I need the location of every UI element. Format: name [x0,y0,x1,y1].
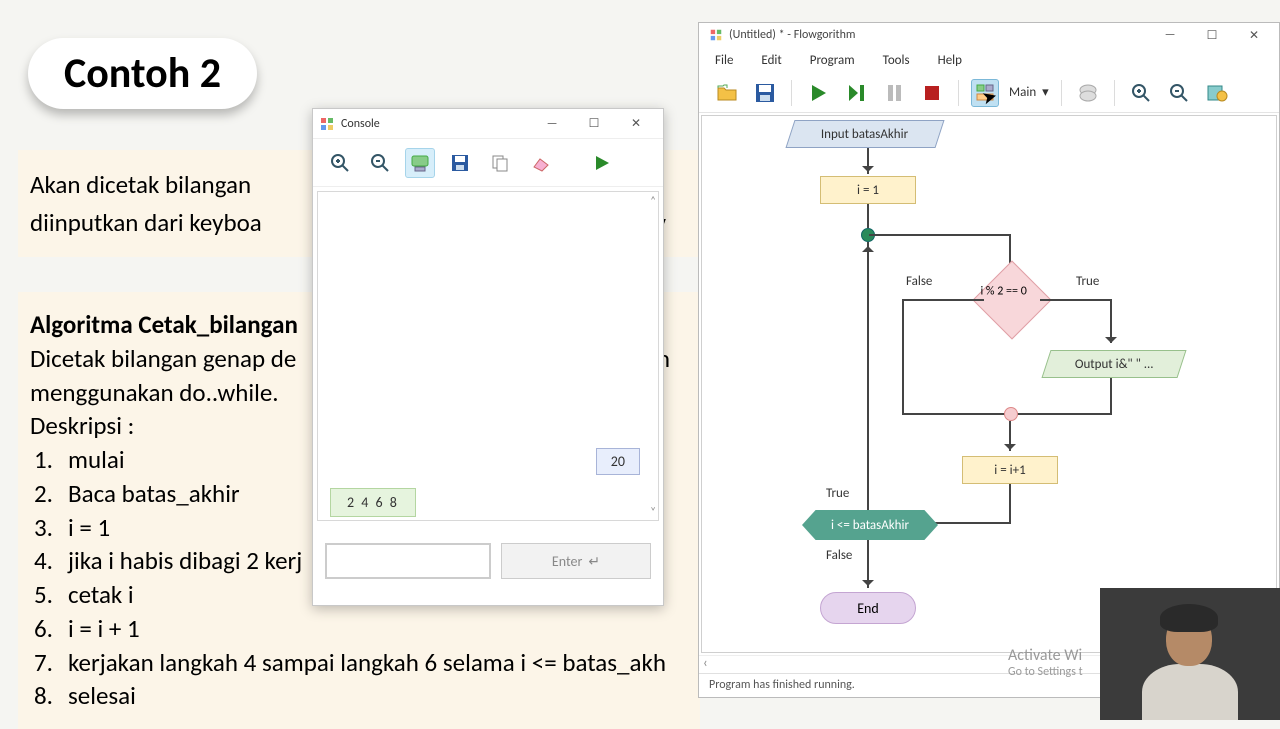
chevron-down-icon: ▾ [1042,85,1049,100]
flowgorithm-titlebar[interactable]: (Untitled) * - Flowgorithm — ☐ ✕ [699,23,1279,47]
console-title: Console [341,117,380,131]
step: kerjakan langkah 4 sampai langkah 6 sela… [68,646,666,680]
step: i = 1 [68,511,110,545]
minimize-button[interactable]: — [531,110,573,138]
erase-icon[interactable] [525,148,555,178]
zoom-out-icon[interactable] [365,148,395,178]
console-titlebar[interactable]: Console — ☐ ✕ [313,109,663,139]
console-input-bubble: 20 [596,448,640,475]
step: i = i + 1 [68,612,140,646]
scroll-up-icon[interactable]: ˄ [650,194,656,207]
slide-title: Contoh 2 [28,38,257,109]
stop-icon[interactable] [918,79,946,107]
fc-input[interactable]: Input batasAkhir [785,120,944,148]
app-icon [709,28,723,42]
status-text: Program has finished running. [709,678,855,692]
fc-increment[interactable]: i = i+1 [962,456,1058,484]
fc-init[interactable]: i = 1 [820,176,916,204]
play-icon[interactable] [804,79,832,107]
console-toolbar [313,139,663,187]
console-output-bubble: 2 4 6 8 [330,488,416,517]
windows-watermark: Activate Wi Go to Settings t [1008,646,1083,680]
text: Deskripsi : [30,410,134,441]
console-output-area[interactable]: ˄ ˅ 20 2 4 6 8 [317,191,659,521]
enter-label: Enter [552,553,582,570]
run-icon[interactable] [587,148,617,178]
window-title: (Untitled) * - Flowgorithm [729,28,855,42]
close-button[interactable]: ✕ [615,110,657,138]
toolbar: Main ▾ [699,73,1279,113]
pause-icon[interactable] [880,79,908,107]
menu-file[interactable]: File [715,53,733,68]
menu-bar: File Edit Program Tools Help [699,47,1279,73]
algo-heading: Algoritma Cetak_bilangan [30,309,298,340]
zoom-in-icon[interactable] [1127,79,1155,107]
zoom-out-icon[interactable] [1165,79,1193,107]
label-loop-true: True [826,486,849,501]
fc-output[interactable]: Output i&" " ... [1041,350,1186,378]
variables-icon[interactable] [405,148,435,178]
layout-icon[interactable] [971,79,999,107]
menu-edit[interactable]: Edit [761,53,781,68]
menu-tools[interactable]: Tools [883,53,910,68]
label-false: False [906,274,932,289]
step-icon[interactable] [842,79,870,107]
open-icon[interactable] [713,79,741,107]
step: selesai [68,679,136,713]
label-true: True [1076,274,1099,289]
console-window: Console — ☐ ✕ ˄ ˅ 20 2 4 6 8 Enter ↵ [312,108,664,606]
scroll-down-icon[interactable]: ˅ [650,505,656,518]
function-selector[interactable]: Main ▾ [1009,85,1049,100]
text: Akan dicetak bilangan [30,169,251,200]
fc-merge [1004,407,1018,421]
settings-icon[interactable] [1203,79,1231,107]
save-icon[interactable] [751,79,779,107]
text: menggunakan do..while. [30,377,279,408]
enter-arrow-icon: ↵ [588,553,600,570]
app-icon [319,116,335,132]
copy-icon[interactable] [485,148,515,178]
step: jika i habis dibagi 2 kerj [68,544,302,578]
save-icon[interactable] [445,148,475,178]
step: mulai [68,443,125,477]
fc-end[interactable]: End [820,592,916,624]
enter-button[interactable]: Enter ↵ [501,543,651,579]
zoom-in-icon[interactable] [325,148,355,178]
flowchart-canvas[interactable]: Input batasAkhir i = 1 i % 2 == 0 False … [701,115,1277,653]
breakpoint-icon[interactable] [1074,79,1102,107]
console-input-field[interactable] [325,543,491,579]
menu-help[interactable]: Help [938,53,962,68]
minimize-button[interactable]: — [1149,21,1191,49]
close-button[interactable]: ✕ [1233,21,1275,49]
maximize-button[interactable]: ☐ [1191,21,1233,49]
text: Dicetak bilangan genap de [30,343,296,374]
webcam-overlay [1100,588,1280,720]
console-input-row: Enter ↵ [313,525,663,597]
text: diinputkan dari keyboa [30,207,262,238]
step: Baca batas_akhir [68,477,240,511]
fc-loop-condition[interactable]: i <= batasAkhir [802,510,938,540]
label-loop-false: False [826,548,852,563]
function-name: Main [1009,85,1036,100]
step: cetak i [68,578,134,612]
menu-program[interactable]: Program [810,53,855,68]
maximize-button[interactable]: ☐ [573,110,615,138]
